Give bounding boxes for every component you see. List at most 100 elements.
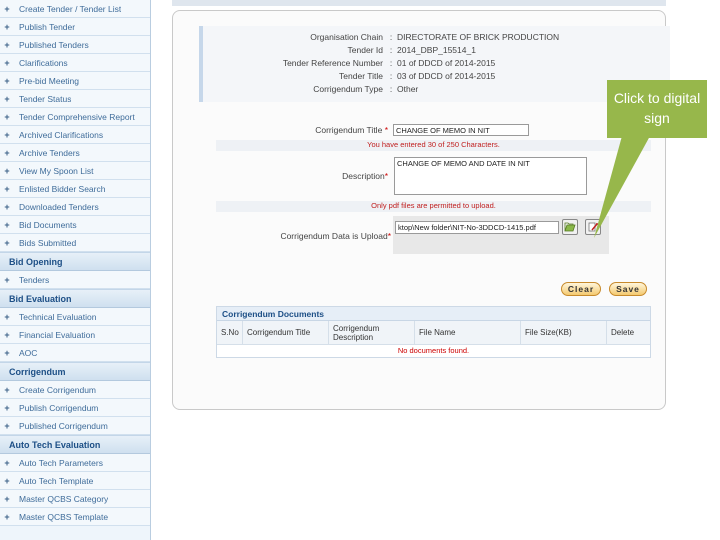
col-file-name: File Name — [415, 321, 521, 344]
sidebar-item-label: Downloaded Tenders — [19, 201, 99, 212]
digital-sign-callout: Click to digital sign — [607, 80, 707, 138]
sidebar-item-tender-10[interactable]: + Enlisted Bidder Search — [0, 180, 150, 198]
expand-plus-icon: + — [4, 111, 10, 122]
documents-table-title: Corrigendum Documents — [217, 307, 650, 321]
sidebar-item-label: Publish Corrigendum — [19, 402, 99, 413]
expand-plus-icon: + — [4, 311, 10, 322]
sidebar-item-label: Tender Status — [19, 93, 72, 104]
info-row-org: Organisation Chain: DIRECTORATE OF BRICK … — [310, 32, 560, 42]
info-row-type: Corrigendum Type: Other — [313, 84, 419, 94]
expand-plus-icon: + — [4, 201, 10, 212]
info-row-tender-id: Tender Id:2014_DBP_15514_1 — [347, 45, 476, 55]
sidebar-heading-corrigendum: Corrigendum — [0, 362, 150, 381]
sidebar-group-corrigendum: + Create Corrigendum + Publish Corrigendum +… — [0, 381, 150, 435]
sidebar-item-bid-opening-0[interactable]: + Tenders — [0, 271, 150, 289]
sidebar-item-tender-1[interactable]: + Publish Tender — [0, 18, 150, 36]
expand-plus-icon: + — [4, 39, 10, 50]
sidebar-item-label: Bid Documents — [19, 219, 77, 230]
sidebar-item-label: Create Corrigendum — [19, 384, 97, 395]
sidebar-item-label: Bids Submitted — [19, 237, 77, 248]
sidebar-item-label: Financial Evaluation — [19, 329, 96, 340]
sidebar-heading-bid-opening: Bid Opening — [0, 252, 150, 271]
expand-plus-icon: + — [4, 493, 10, 504]
sidebar-item-label: Pre-bid Meeting — [19, 75, 80, 86]
sidebar-item-auto-tech-1[interactable]: + Auto Tech Template — [0, 472, 150, 490]
sidebar-item-tender-9[interactable]: + View My Spoon List — [0, 162, 150, 180]
sidebar-item-label: AOC — [19, 347, 38, 358]
save-button[interactable]: Save — [609, 282, 647, 296]
sidebar-item-label: Tenders — [19, 274, 50, 285]
expand-plus-icon: + — [4, 420, 10, 431]
sidebar-item-label: Published Corrigendum — [19, 420, 108, 431]
sidebar-item-corrigendum-1[interactable]: + Publish Corrigendum — [0, 399, 150, 417]
sidebar-item-tender-8[interactable]: + Archive Tenders — [0, 144, 150, 162]
sidebar-item-tender-12[interactable]: + Bid Documents — [0, 216, 150, 234]
sidebar-item-bid-evaluation-1[interactable]: + Financial Evaluation — [0, 326, 150, 344]
sidebar-item-label: Master QCBS Template — [19, 511, 109, 522]
expand-plus-icon: + — [4, 329, 10, 340]
sidebar-item-label: Auto Tech Template — [19, 475, 94, 486]
upload-label: Corrigendum Data is Upload* — [280, 231, 391, 241]
col-delete: Delete — [611, 328, 635, 337]
sidebar-item-label: Auto Tech Parameters — [19, 457, 103, 468]
clear-button[interactable]: Clear — [561, 282, 601, 296]
sidebar-item-bid-evaluation-0[interactable]: + Technical Evaluation — [0, 308, 150, 326]
sidebar-item-auto-tech-0[interactable]: + Auto Tech Parameters — [0, 454, 150, 472]
sidebar-heading-bid-evaluation: Bid Evaluation — [0, 289, 150, 308]
description-label: Description* — [342, 171, 388, 181]
sidebar-item-tender-0[interactable]: + Create Tender / Tender List — [0, 0, 150, 18]
info-row-reference: Tender Reference Number:01 of DDCD of 20… — [282, 58, 496, 68]
sidebar-heading-auto-tech: Auto Tech Evaluation — [0, 435, 150, 454]
sidebar-item-label: Published Tenders — [19, 39, 89, 50]
sidebar-item-label: Publish Tender — [19, 21, 76, 32]
sidebar-item-auto-tech-2[interactable]: + Master QCBS Category — [0, 490, 150, 508]
no-documents-message: No documents found. — [397, 346, 470, 355]
expand-plus-icon: + — [4, 21, 10, 32]
expand-plus-icon: + — [4, 402, 10, 413]
sidebar-item-tender-6[interactable]: + Tender Comprehensive Report — [0, 108, 150, 126]
sidebar-group-bid-evaluation: + Technical Evaluation + Financial Evaluati… — [0, 308, 150, 362]
sidebar-item-tender-7[interactable]: + Archived Clarifications — [0, 126, 150, 144]
sidebar-item-tender-5[interactable]: + Tender Status — [0, 90, 150, 108]
sidebar-item-label: Enlisted Bidder Search — [19, 183, 106, 194]
sidebar-item-tender-11[interactable]: + Downloaded Tenders — [0, 198, 150, 216]
sidebar-item-tender-13[interactable]: + Bids Submitted — [0, 234, 150, 252]
expand-plus-icon: + — [4, 219, 10, 230]
expand-plus-icon: + — [4, 237, 10, 248]
callout-pointer — [594, 136, 650, 238]
sidebar-item-label: Create Tender / Tender List — [19, 3, 122, 14]
sidebar-group-auto-tech: + Auto Tech Parameters + Auto Tech Template… — [0, 454, 150, 526]
upload-file-path[interactable]: ktop\New folder\NIT-No-3DDCD-1415.pdf — [395, 221, 559, 234]
sidebar-item-label: Clarifications — [19, 57, 68, 68]
expand-plus-icon: + — [4, 147, 10, 158]
expand-plus-icon: + — [4, 129, 10, 140]
sidebar-item-tender-4[interactable]: + Pre-bid Meeting — [0, 72, 150, 90]
sidebar: + Create Tender / Tender List + Publish Ten… — [0, 0, 151, 540]
upload-browse-icon[interactable] — [562, 219, 578, 235]
expand-plus-icon: + — [4, 183, 10, 194]
sidebar-item-corrigendum-2[interactable]: + Published Corrigendum — [0, 417, 150, 435]
sidebar-item-label: Archive Tenders — [19, 147, 80, 158]
sidebar-group-tender: + Create Tender / Tender List + Publish Ten… — [0, 0, 150, 252]
sidebar-item-label: Master QCBS Category — [19, 493, 109, 504]
description-textarea[interactable]: CHANGE OF MEMO AND DATE IN NIT — [394, 157, 587, 195]
col-file-size: File Size(KB) — [521, 321, 607, 344]
sidebar-item-bid-evaluation-2[interactable]: + AOC — [0, 344, 150, 362]
sidebar-item-label: Tender Comprehensive Report — [19, 111, 135, 122]
expand-plus-icon: + — [4, 384, 10, 395]
corrigendum-title-input[interactable]: CHANGE OF MEMO IN NIT — [393, 124, 529, 136]
sidebar-item-auto-tech-3[interactable]: + Master QCBS Template — [0, 508, 150, 526]
corrigendum-documents-table: Corrigendum Documents S.No Corrigendum T… — [216, 306, 651, 358]
sidebar-item-tender-3[interactable]: + Clarifications — [0, 54, 150, 72]
documents-table-header: S.No Corrigendum Title Corrigendum Descr… — [217, 321, 650, 345]
expand-plus-icon: + — [4, 3, 10, 14]
sidebar-item-label: Technical Evaluation — [19, 311, 97, 322]
expand-plus-icon: + — [4, 475, 10, 486]
info-row-title: Tender Title:03 of DDCD of 2014-2015 — [339, 71, 496, 81]
expand-plus-icon: + — [4, 274, 10, 285]
col-sno: S.No — [217, 321, 243, 344]
expand-plus-icon: + — [4, 93, 10, 104]
sidebar-item-tender-2[interactable]: + Published Tenders — [0, 36, 150, 54]
sidebar-item-label: Archived Clarifications — [19, 129, 104, 140]
sidebar-item-corrigendum-0[interactable]: + Create Corrigendum — [0, 381, 150, 399]
